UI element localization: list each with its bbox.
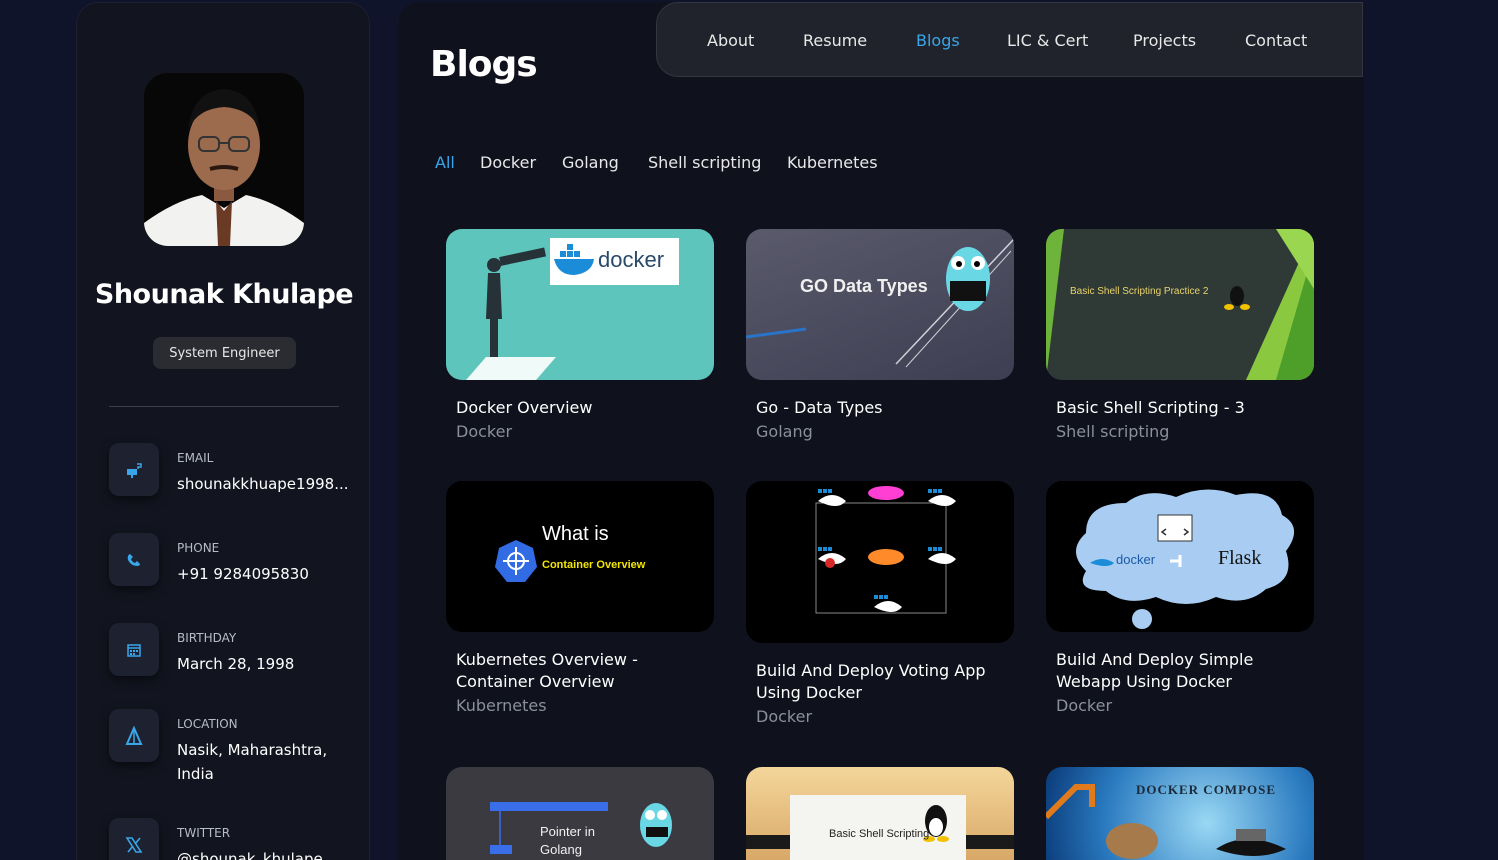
contact-label: Location bbox=[177, 717, 238, 731]
blog-category: Docker bbox=[456, 422, 513, 441]
blog-title: Go - Data Types bbox=[756, 398, 883, 417]
profile-photo bbox=[144, 73, 304, 246]
divider bbox=[109, 406, 339, 407]
blog-card[interactable]: docker Flask Build And Deploy Simple Web… bbox=[1046, 481, 1314, 715]
blog-thumbnail: Basic Shell Scripting Practice 2 bbox=[1046, 229, 1314, 380]
blog-category: Shell scripting bbox=[1056, 422, 1170, 441]
thumb-subtext: docker bbox=[1116, 552, 1156, 567]
blog-card[interactable]: docker Docker Overview Docker bbox=[446, 229, 714, 441]
filter-shell-scripting[interactable]: Shell scripting bbox=[648, 153, 761, 172]
blog-card[interactable]: Build And Deploy Voting App Using Docker… bbox=[746, 481, 1014, 726]
calendar-icon bbox=[109, 623, 159, 676]
contact-label: Phone bbox=[177, 541, 220, 555]
blog-thumbnail: DOCKER COMPOSE bbox=[1046, 767, 1314, 860]
nav-projects[interactable]: Projects bbox=[1133, 31, 1196, 50]
x-twitter-icon bbox=[109, 818, 159, 860]
profile-name: Shounak Khulape bbox=[94, 279, 354, 310]
thumb-text: Basic Shell Scripting Practice 2 bbox=[1070, 286, 1209, 297]
mailbox-icon bbox=[109, 443, 159, 496]
blog-title: Docker Overview bbox=[456, 398, 593, 417]
filter-golang[interactable]: Golang bbox=[562, 153, 619, 172]
twitter-link[interactable]: @shounak_khulape bbox=[177, 847, 349, 860]
blog-title: Basic Shell Scripting - 3 bbox=[1056, 398, 1245, 417]
nav-blogs[interactable]: Blogs bbox=[916, 31, 960, 50]
email-link[interactable]: shounakkhuape1998... bbox=[177, 472, 349, 496]
blog-card[interactable]: Pointer in Golang bbox=[446, 767, 714, 860]
contact-label: Twitter bbox=[177, 826, 231, 840]
nav-contact[interactable]: Contact bbox=[1245, 31, 1307, 50]
nav-resume[interactable]: Resume bbox=[803, 31, 867, 50]
role-badge: System Engineer bbox=[153, 337, 296, 369]
nav-about[interactable]: About bbox=[707, 31, 754, 50]
location-value: Nasik, Maharashtra, India bbox=[177, 741, 328, 783]
blog-category: Docker bbox=[756, 707, 813, 726]
blog-thumbnail: Pointer in Golang bbox=[446, 767, 714, 860]
thumb-subtext: Container Overview bbox=[542, 559, 646, 571]
thumb-text: DOCKER COMPOSE bbox=[1136, 782, 1277, 797]
blog-title: Build And Deploy Voting App Using Docker bbox=[756, 661, 986, 702]
nav-lic-cert[interactable]: LIC & Cert bbox=[1007, 31, 1088, 50]
blog-card[interactable]: GO Data Types Go - Data Types Golang bbox=[746, 229, 1014, 441]
thumb-text: GO Data Types bbox=[800, 276, 928, 296]
blog-category: Golang bbox=[756, 422, 813, 441]
phone-link[interactable]: +91 9284095830 bbox=[177, 562, 349, 586]
blog-category: Kubernetes bbox=[456, 696, 547, 715]
birthday-value: March 28, 1998 bbox=[177, 655, 295, 673]
contact-label: Email bbox=[177, 451, 214, 465]
location-icon bbox=[109, 709, 159, 762]
thumb-text: What is bbox=[542, 523, 609, 545]
thumb-text: Basic Shell Scripting bbox=[829, 828, 930, 840]
phone-icon bbox=[109, 533, 159, 586]
blog-title: Kubernetes Overview - Container Overview bbox=[456, 650, 638, 691]
blog-card[interactable]: What is Container Overview Kubernetes Ov… bbox=[446, 481, 714, 715]
thumb-text: docker bbox=[598, 247, 665, 272]
blog-thumbnail: What is Container Overview bbox=[446, 481, 714, 632]
filter-kubernetes[interactable]: Kubernetes bbox=[787, 153, 878, 172]
blog-thumbnail: GO Data Types bbox=[746, 229, 1014, 380]
blog-category: Docker bbox=[1056, 696, 1113, 715]
blog-card[interactable]: DOCKER COMPOSE bbox=[1046, 767, 1314, 860]
blog-thumbnail: Basic Shell Scripting bbox=[746, 767, 1014, 860]
contact-label: Birthday bbox=[177, 631, 237, 645]
filter-all[interactable]: All bbox=[435, 153, 455, 172]
page-title: Blogs bbox=[430, 44, 538, 85]
filter-docker[interactable]: Docker bbox=[480, 153, 536, 172]
thumb-text: Flask bbox=[1218, 547, 1262, 569]
blog-thumbnail bbox=[746, 481, 1014, 643]
blog-thumbnail: docker Flask bbox=[1046, 481, 1314, 632]
thumb-text: Pointer in Golang bbox=[540, 824, 595, 857]
avatar bbox=[144, 73, 304, 246]
sidebar: Shounak Khulape System Engineer Email sh… bbox=[76, 2, 370, 860]
blog-card[interactable]: Basic Shell Scripting Practice 2 Basic S… bbox=[1046, 229, 1314, 441]
top-nav: About Resume Blogs LIC & Cert Projects C… bbox=[656, 2, 1363, 77]
blog-card[interactable]: Basic Shell Scripting bbox=[746, 767, 1014, 860]
blog-thumbnail: docker bbox=[446, 229, 714, 380]
blog-title: Build And Deploy Simple Webapp Using Doc… bbox=[1056, 650, 1254, 691]
